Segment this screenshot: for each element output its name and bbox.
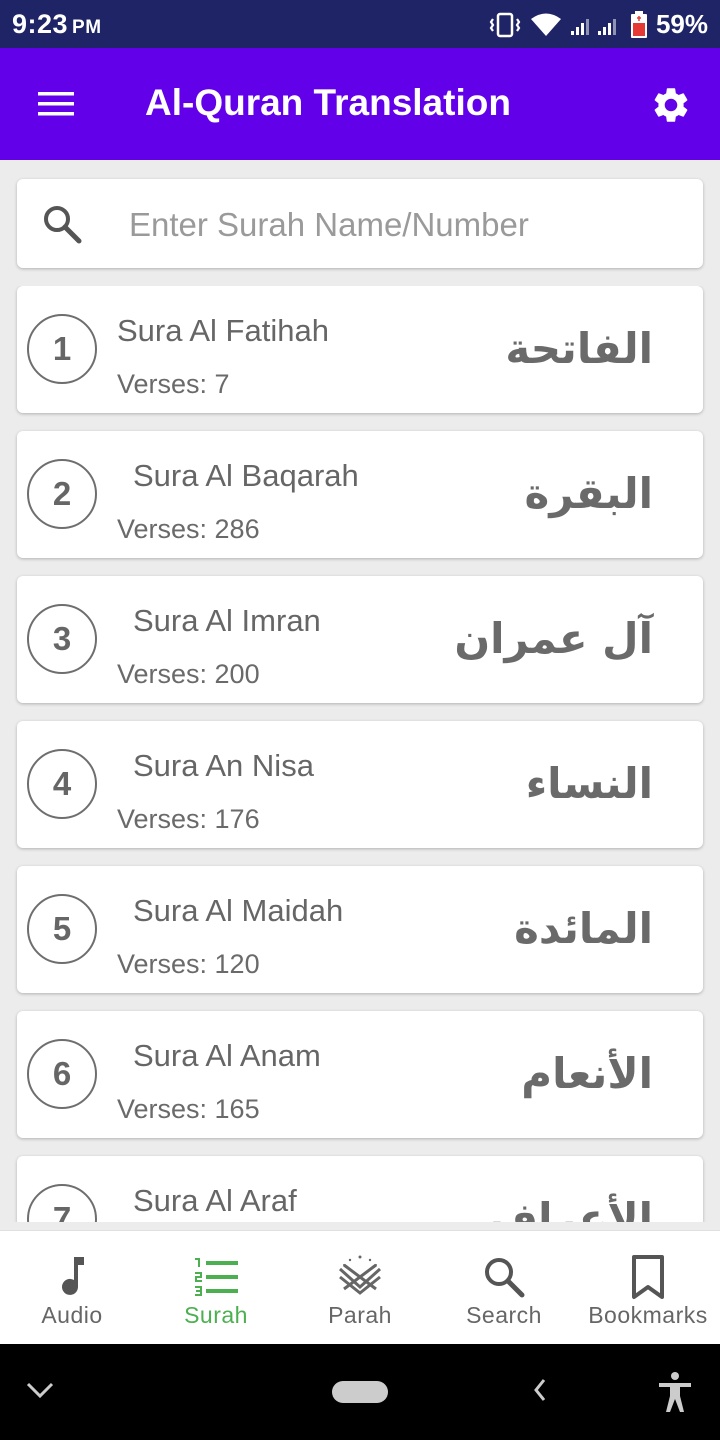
surah-name: Sura Al Anam xyxy=(133,1038,321,1073)
settings-button[interactable] xyxy=(650,84,692,126)
status-ampm: PM xyxy=(72,17,102,38)
surah-card[interactable]: 6 Sura Al Anam Verses: 165 الأنعام xyxy=(17,1011,703,1138)
app-title: Al-Quran Translation xyxy=(145,82,511,123)
surah-name: Sura Al Araf xyxy=(133,1183,297,1218)
surah-name: Sura Al Maidah xyxy=(133,893,344,928)
nav-audio-label: Audio xyxy=(41,1302,103,1328)
app-bar: Al-Quran Translation xyxy=(0,48,720,160)
status-icons: 59% xyxy=(488,9,708,40)
menu-icon xyxy=(38,92,74,116)
surah-name: Sura Al Imran xyxy=(133,603,321,638)
surah-card[interactable]: 1 Sura Al Fatihah Verses: 7 الفاتحة xyxy=(17,286,703,413)
surah-arabic-name: آل عمران xyxy=(454,614,653,663)
surah-arabic-name: البقرة xyxy=(524,469,653,518)
nav-bookmarks-label: Bookmarks xyxy=(588,1302,708,1328)
status-clock: 9:23 PM xyxy=(12,9,102,40)
open-book-icon xyxy=(338,1255,382,1295)
nav-audio[interactable]: Audio xyxy=(0,1231,144,1345)
surah-verses: Verses: 286 xyxy=(117,514,260,544)
menu-button[interactable] xyxy=(36,86,76,122)
surah-verses: Verses: 200 xyxy=(117,659,260,689)
search-icon xyxy=(485,1258,525,1298)
gear-icon xyxy=(654,88,688,122)
surah-arabic-name: المائدة xyxy=(514,904,653,953)
home-pill-button[interactable] xyxy=(332,1381,388,1403)
surah-arabic-name: النساء xyxy=(525,759,653,808)
nav-search-label: Search xyxy=(466,1302,542,1328)
search-input[interactable] xyxy=(127,197,691,253)
accessibility-icon[interactable] xyxy=(656,1370,694,1414)
surah-card[interactable]: 3 Sura Al Imran Verses: 200 آل عمران xyxy=(17,576,703,703)
search-bar xyxy=(17,179,703,268)
surah-card[interactable]: 5 Sura Al Maidah Verses: 120 المائدة xyxy=(17,866,703,993)
surah-card[interactable]: 7 Sura Al Araf الأعراف xyxy=(17,1156,703,1222)
numbered-list-icon xyxy=(195,1258,238,1296)
battery-percent: 59% xyxy=(655,9,708,39)
surah-name: Sura Al Fatihah xyxy=(117,313,329,348)
surah-number: 7 xyxy=(27,1184,97,1222)
surah-arabic-name: الأنعام xyxy=(521,1049,653,1098)
surah-verses: Verses: 176 xyxy=(117,804,260,834)
surah-arabic-name: الفاتحة xyxy=(505,324,653,373)
surah-verses: Verses: 165 xyxy=(117,1094,260,1124)
signal-icon xyxy=(570,13,622,37)
status-bar: 9:23 PM 59% xyxy=(0,0,720,48)
nav-parah-label: Parah xyxy=(328,1302,392,1328)
nav-bookmarks[interactable]: Bookmarks xyxy=(576,1231,720,1345)
status-time: 9:23 xyxy=(12,9,69,39)
system-navigation-bar xyxy=(0,1344,720,1440)
surah-number: 3 xyxy=(27,604,97,674)
bookmark-icon xyxy=(632,1255,664,1299)
surah-card[interactable]: 4 Sura An Nisa Verses: 176 النساء xyxy=(17,721,703,848)
surah-list: 1 Sura Al Fatihah Verses: 7 الفاتحة 2 Su… xyxy=(0,286,720,1222)
surah-number: 5 xyxy=(27,894,97,964)
bottom-navigation: Audio Surah Parah Search Bookmarks xyxy=(0,1230,720,1345)
surah-verses: Verses: 7 xyxy=(117,369,230,399)
music-note-icon xyxy=(62,1257,84,1295)
surah-number: 1 xyxy=(27,314,97,384)
chevron-down-icon[interactable] xyxy=(24,1378,56,1402)
wifi-icon xyxy=(530,12,562,38)
nav-parah[interactable]: Parah xyxy=(288,1231,432,1345)
vibrate-icon xyxy=(488,12,522,38)
surah-name: Sura Al Baqarah xyxy=(133,458,359,493)
surah-number: 2 xyxy=(27,459,97,529)
surah-arabic-name: الأعراف xyxy=(489,1194,653,1222)
nav-surah[interactable]: Surah xyxy=(144,1231,288,1345)
nav-surah-label: Surah xyxy=(184,1302,248,1328)
surah-number: 4 xyxy=(27,749,97,819)
surah-number: 6 xyxy=(27,1039,97,1109)
surah-verses: Verses: 120 xyxy=(117,949,260,979)
battery-icon xyxy=(630,10,648,39)
surah-card[interactable]: 2 Sura Al Baqarah Verses: 286 البقرة xyxy=(17,431,703,558)
back-icon[interactable] xyxy=(530,1376,550,1404)
surah-name: Sura An Nisa xyxy=(133,748,314,783)
search-icon xyxy=(44,206,82,244)
nav-search[interactable]: Search xyxy=(432,1231,576,1345)
